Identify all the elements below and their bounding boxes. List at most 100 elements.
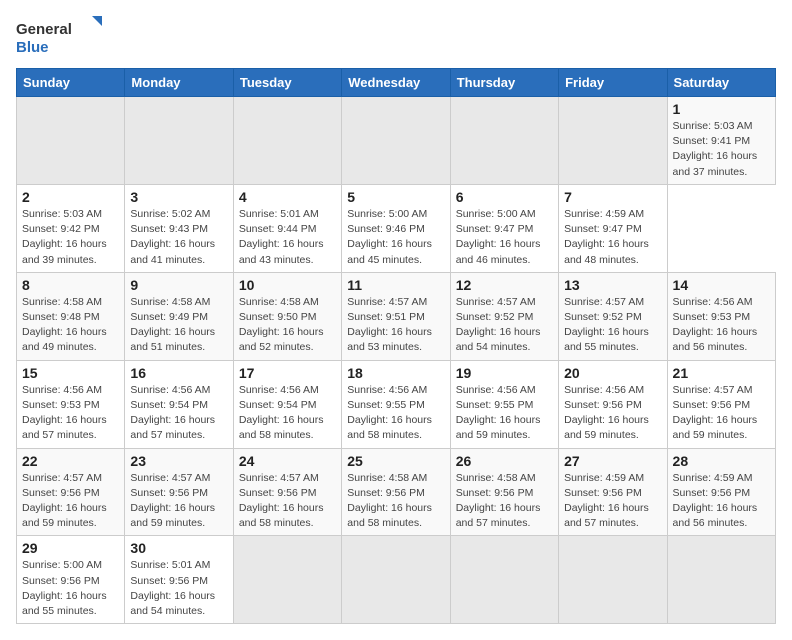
weekday-header: Monday <box>125 69 233 97</box>
day-detail: Sunrise: 4:59 AMSunset: 9:56 PMDaylight:… <box>564 472 649 530</box>
calendar-day: 7Sunrise: 4:59 AMSunset: 9:47 PMDaylight… <box>559 184 667 272</box>
day-detail: Sunrise: 5:00 AMSunset: 9:46 PMDaylight:… <box>347 208 432 266</box>
weekday-header: Friday <box>559 69 667 97</box>
day-detail: Sunrise: 4:59 AMSunset: 9:56 PMDaylight:… <box>673 472 758 530</box>
logo: General Blue <box>16 16 106 56</box>
calendar-day: 1 Sunrise: 5:03 AMSunset: 9:41 PMDaylight… <box>667 97 775 185</box>
calendar-day: 18Sunrise: 4:56 AMSunset: 9:55 PMDayligh… <box>342 360 450 448</box>
calendar-week: 2Sunrise: 5:03 AMSunset: 9:42 PMDaylight… <box>17 184 776 272</box>
day-detail: Sunrise: 4:57 AMSunset: 9:56 PMDaylight:… <box>130 472 215 530</box>
calendar-day: 23 Sunrise: 4:57 AMSunset: 9:56 PMDayligh… <box>125 448 233 536</box>
svg-text:Blue: Blue <box>16 39 49 56</box>
calendar-day: 16 Sunrise: 4:56 AMSunset: 9:54 PMDayligh… <box>125 360 233 448</box>
day-detail: Sunrise: 4:57 AMSunset: 9:52 PMDaylight:… <box>456 296 541 354</box>
day-detail: Sunrise: 5:03 AMSunset: 9:41 PMDaylight:… <box>673 120 758 178</box>
day-number: 4 <box>239 189 336 205</box>
day-detail: Sunrise: 4:58 AMSunset: 9:56 PMDaylight:… <box>456 472 541 530</box>
calendar-day-empty <box>450 536 558 624</box>
day-detail: Sunrise: 4:58 AMSunset: 9:49 PMDaylight:… <box>130 296 215 354</box>
calendar-day-empty <box>667 536 775 624</box>
calendar-day-empty <box>559 536 667 624</box>
day-number: 15 <box>22 365 119 381</box>
calendar-day: 22 Sunrise: 4:57 AMSunset: 9:56 PMDayligh… <box>17 448 125 536</box>
day-number: 16 <box>130 365 227 381</box>
day-number: 28 <box>673 453 770 469</box>
calendar-day-empty <box>233 97 341 185</box>
weekday-header: Thursday <box>450 69 558 97</box>
calendar-day: 30Sunrise: 5:01 AMSunset: 9:56 PMDayligh… <box>125 536 233 624</box>
day-number: 10 <box>239 277 336 293</box>
logo-icon: General Blue <box>16 16 106 56</box>
day-number: 21 <box>673 365 770 381</box>
weekday-header: Sunday <box>17 69 125 97</box>
calendar-week: 15 Sunrise: 4:56 AMSunset: 9:53 PMDayligh… <box>17 360 776 448</box>
day-number: 30 <box>130 540 227 556</box>
calendar-week: 8Sunrise: 4:58 AMSunset: 9:48 PMDaylight… <box>17 272 776 360</box>
day-number: 23 <box>130 453 227 469</box>
svg-text:General: General <box>16 21 72 38</box>
day-detail: Sunrise: 4:57 AMSunset: 9:56 PMDaylight:… <box>22 472 107 530</box>
day-number: 6 <box>456 189 553 205</box>
calendar-day-empty <box>125 97 233 185</box>
weekday-header: Wednesday <box>342 69 450 97</box>
day-detail: Sunrise: 5:03 AMSunset: 9:42 PMDaylight:… <box>22 208 107 266</box>
day-detail: Sunrise: 4:56 AMSunset: 9:53 PMDaylight:… <box>22 384 107 442</box>
page-header: General Blue <box>16 16 776 56</box>
weekday-header: Tuesday <box>233 69 341 97</box>
day-detail: Sunrise: 4:57 AMSunset: 9:56 PMDaylight:… <box>673 384 758 442</box>
calendar-day: 19Sunrise: 4:56 AMSunset: 9:55 PMDayligh… <box>450 360 558 448</box>
calendar-day-empty <box>233 536 341 624</box>
calendar-day-empty <box>17 97 125 185</box>
day-number: 29 <box>22 540 119 556</box>
calendar-day: 12 Sunrise: 4:57 AMSunset: 9:52 PMDayligh… <box>450 272 558 360</box>
day-number: 22 <box>22 453 119 469</box>
calendar-week: 29 Sunrise: 5:00 AMSunset: 9:56 PMDayligh… <box>17 536 776 624</box>
day-detail: Sunrise: 5:00 AMSunset: 9:56 PMDaylight:… <box>22 559 107 617</box>
calendar-day: 29 Sunrise: 5:00 AMSunset: 9:56 PMDayligh… <box>17 536 125 624</box>
day-detail: Sunrise: 4:57 AMSunset: 9:52 PMDaylight:… <box>564 296 649 354</box>
calendar-day-empty <box>342 97 450 185</box>
calendar-day: 20 Sunrise: 4:56 AMSunset: 9:56 PMDayligh… <box>559 360 667 448</box>
day-number: 14 <box>673 277 770 293</box>
day-detail: Sunrise: 4:56 AMSunset: 9:54 PMDaylight:… <box>130 384 215 442</box>
calendar-day: 24 Sunrise: 4:57 AMSunset: 9:56 PMDayligh… <box>233 448 341 536</box>
day-number: 9 <box>130 277 227 293</box>
calendar-day: 25 Sunrise: 4:58 AMSunset: 9:56 PMDayligh… <box>342 448 450 536</box>
calendar-day: 5 Sunrise: 5:00 AMSunset: 9:46 PMDaylight… <box>342 184 450 272</box>
day-detail: Sunrise: 4:58 AMSunset: 9:50 PMDaylight:… <box>239 296 324 354</box>
day-detail: Sunrise: 5:00 AMSunset: 9:47 PMDaylight:… <box>456 208 541 266</box>
calendar-day: 21 Sunrise: 4:57 AMSunset: 9:56 PMDayligh… <box>667 360 775 448</box>
calendar-day: 2Sunrise: 5:03 AMSunset: 9:42 PMDaylight… <box>17 184 125 272</box>
calendar-day-empty <box>342 536 450 624</box>
day-number: 5 <box>347 189 444 205</box>
day-number: 27 <box>564 453 661 469</box>
day-detail: Sunrise: 5:02 AMSunset: 9:43 PMDaylight:… <box>130 208 215 266</box>
day-detail: Sunrise: 4:57 AMSunset: 9:51 PMDaylight:… <box>347 296 432 354</box>
day-number: 20 <box>564 365 661 381</box>
calendar-day: 11Sunrise: 4:57 AMSunset: 9:51 PMDayligh… <box>342 272 450 360</box>
day-number: 3 <box>130 189 227 205</box>
day-detail: Sunrise: 4:57 AMSunset: 9:56 PMDaylight:… <box>239 472 324 530</box>
calendar-week: 1 Sunrise: 5:03 AMSunset: 9:41 PMDaylight… <box>17 97 776 185</box>
day-number: 13 <box>564 277 661 293</box>
calendar-day: 13 Sunrise: 4:57 AMSunset: 9:52 PMDayligh… <box>559 272 667 360</box>
day-number: 1 <box>673 101 770 117</box>
day-number: 18 <box>347 365 444 381</box>
day-detail: Sunrise: 4:58 AMSunset: 9:56 PMDaylight:… <box>347 472 432 530</box>
day-detail: Sunrise: 4:56 AMSunset: 9:56 PMDaylight:… <box>564 384 649 442</box>
day-number: 24 <box>239 453 336 469</box>
calendar-day: 15 Sunrise: 4:56 AMSunset: 9:53 PMDayligh… <box>17 360 125 448</box>
day-detail: Sunrise: 4:58 AMSunset: 9:48 PMDaylight:… <box>22 296 107 354</box>
day-number: 19 <box>456 365 553 381</box>
calendar-day: 4 Sunrise: 5:01 AMSunset: 9:44 PMDaylight… <box>233 184 341 272</box>
calendar-day: 17Sunrise: 4:56 AMSunset: 9:54 PMDayligh… <box>233 360 341 448</box>
calendar-day: 14Sunrise: 4:56 AMSunset: 9:53 PMDayligh… <box>667 272 775 360</box>
calendar-day: 26Sunrise: 4:58 AMSunset: 9:56 PMDayligh… <box>450 448 558 536</box>
calendar-day: 8Sunrise: 4:58 AMSunset: 9:48 PMDaylight… <box>17 272 125 360</box>
day-detail: Sunrise: 4:59 AMSunset: 9:47 PMDaylight:… <box>564 208 649 266</box>
calendar-day-empty <box>559 97 667 185</box>
day-number: 25 <box>347 453 444 469</box>
day-number: 12 <box>456 277 553 293</box>
calendar-table: SundayMondayTuesdayWednesdayThursdayFrid… <box>16 68 776 624</box>
day-detail: Sunrise: 5:01 AMSunset: 9:44 PMDaylight:… <box>239 208 324 266</box>
